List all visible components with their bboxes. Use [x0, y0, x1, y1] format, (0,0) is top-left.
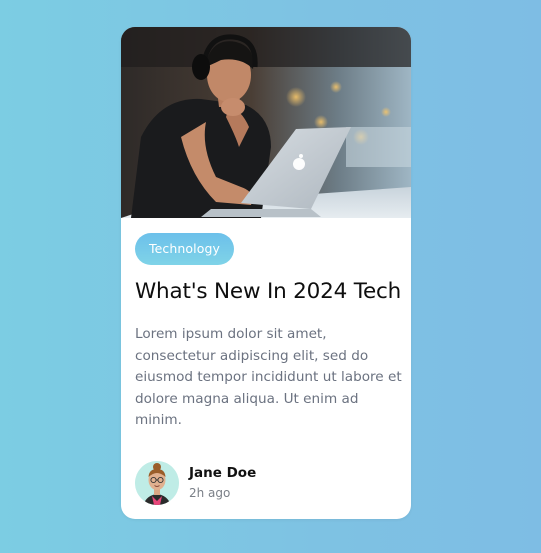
- avatar[interactable]: [135, 461, 179, 505]
- author-block[interactable]: Jane Doe 2h ago: [135, 461, 256, 505]
- blog-card[interactable]: Technology What's New In 2024 Tech Lorem…: [121, 27, 411, 519]
- card-title[interactable]: What's New In 2024 Tech: [135, 279, 401, 304]
- post-time: 2h ago: [189, 486, 231, 500]
- female-avatar-icon: [135, 461, 179, 505]
- hero-image: [121, 27, 411, 218]
- category-tag[interactable]: Technology: [135, 233, 235, 265]
- card-excerpt: Lorem ipsum dolor sit amet, consectetur …: [135, 326, 402, 428]
- author-name[interactable]: Jane Doe: [189, 464, 256, 482]
